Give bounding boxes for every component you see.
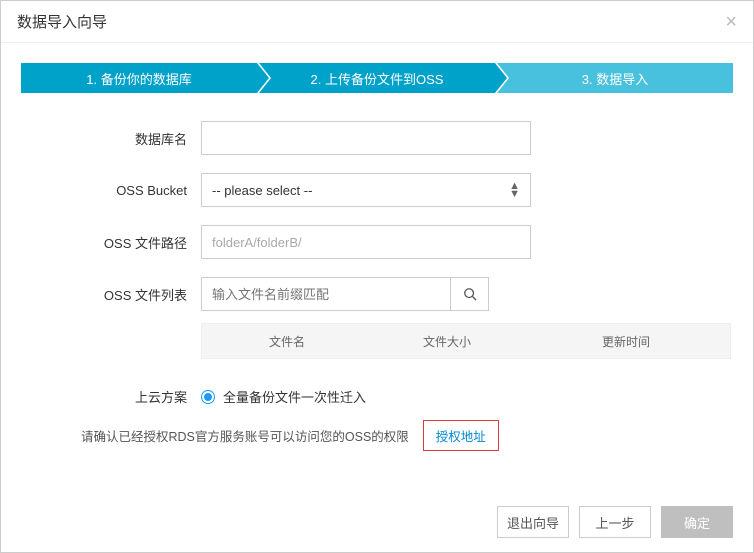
migration-option-full[interactable]: 全量备份文件一次性迁入 (201, 387, 366, 406)
bucket-select[interactable]: -- please select -- ▲▼ (201, 173, 531, 207)
confirm-button[interactable]: 确定 (661, 506, 733, 538)
row-filelist: OSS 文件列表 (21, 277, 733, 311)
row-bucket: OSS Bucket -- please select -- ▲▼ (21, 173, 733, 207)
path-label: OSS 文件路径 (21, 233, 201, 252)
filelist-search-input[interactable] (201, 277, 451, 311)
path-input[interactable] (201, 225, 531, 259)
step-label: 3. 数据导入 (582, 69, 648, 88)
bucket-selected-text: -- please select -- (212, 183, 312, 198)
dbname-label: 数据库名 (21, 129, 201, 148)
step-backup: 1. 备份你的数据库 (21, 63, 257, 93)
migration-option-label: 全量备份文件一次性迁入 (223, 387, 366, 406)
prev-step-button[interactable]: 上一步 (579, 506, 651, 538)
col-filename: 文件名 (202, 333, 372, 350)
modal-title: 数据导入向导 (17, 11, 107, 32)
exit-wizard-button[interactable]: 退出向导 (497, 506, 569, 538)
dbname-input[interactable] (201, 121, 531, 155)
import-wizard-modal: 数据导入向导 × 1. 备份你的数据库 2. 上传备份文件到OSS 3. 数据导… (0, 0, 754, 553)
auth-link-highlight: 授权地址 (423, 420, 499, 451)
modal-body: 1. 备份你的数据库 2. 上传备份文件到OSS 3. 数据导入 数据库名 OS… (1, 43, 753, 471)
chevron-updown-icon: ▲▼ (509, 182, 520, 198)
step-label: 1. 备份你的数据库 (86, 69, 191, 88)
row-path: OSS 文件路径 (21, 225, 733, 259)
search-button[interactable] (451, 277, 489, 311)
step-upload: 2. 上传备份文件到OSS (259, 63, 495, 93)
close-icon[interactable]: × (725, 12, 737, 32)
file-table: 文件名 文件大小 更新时间 (201, 323, 733, 359)
auth-note-text: 请确认已经授权RDS官方服务账号可以访问您的OSS的权限 (21, 426, 415, 445)
auth-link[interactable]: 授权地址 (436, 430, 486, 444)
filelist-search-group (201, 277, 489, 311)
row-auth-note: 请确认已经授权RDS官方服务账号可以访问您的OSS的权限 授权地址 (21, 420, 733, 451)
wizard-steps: 1. 备份你的数据库 2. 上传备份文件到OSS 3. 数据导入 (21, 63, 733, 93)
modal-footer: 退出向导 上一步 确定 (1, 492, 753, 552)
row-migration: 上云方案 全量备份文件一次性迁入 (21, 387, 733, 406)
file-table-header: 文件名 文件大小 更新时间 (201, 323, 731, 359)
col-filesize: 文件大小 (372, 333, 522, 350)
migration-label: 上云方案 (21, 387, 201, 406)
row-dbname: 数据库名 (21, 121, 733, 155)
col-updatetime: 更新时间 (522, 333, 730, 350)
step-label: 2. 上传备份文件到OSS (311, 69, 444, 88)
step-import: 3. 数据导入 (497, 63, 733, 93)
filelist-label: OSS 文件列表 (21, 285, 201, 304)
search-icon (463, 287, 477, 301)
bucket-label: OSS Bucket (21, 183, 201, 198)
radio-icon (201, 390, 215, 404)
modal-header: 数据导入向导 × (1, 1, 753, 43)
